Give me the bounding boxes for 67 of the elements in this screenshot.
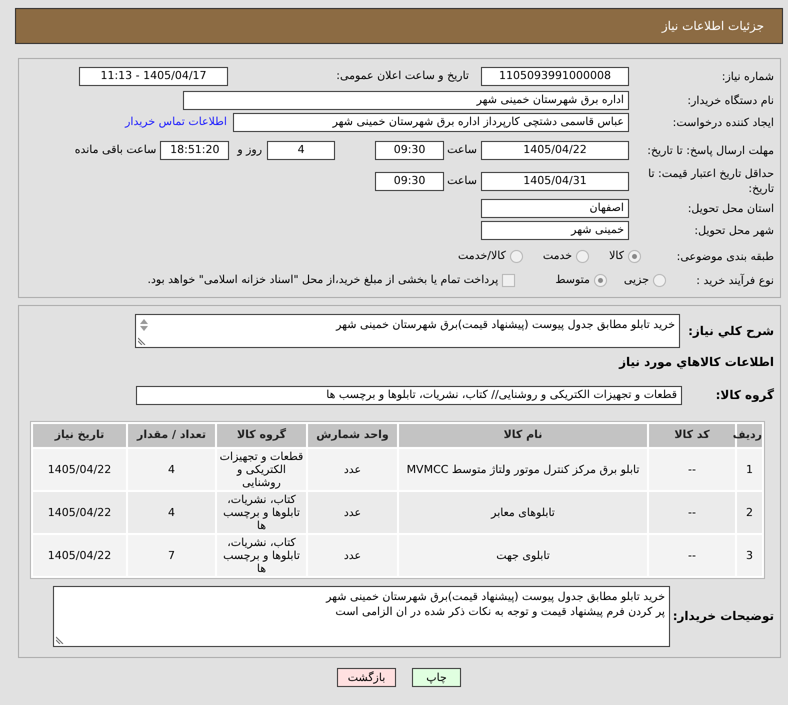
print-button[interactable]: چاپ — [412, 668, 461, 687]
city-field[interactable]: خمینی شهر — [481, 220, 629, 240]
column-header[interactable]: نام کالا — [399, 424, 647, 447]
table-cell: 1405/04/22 — [33, 535, 126, 576]
goods-group-field[interactable]: قطعات و تجهیزات الکتریکی و روشنایی// کتاب، نشریات، تابلوها و برچسب ها — [136, 386, 682, 405]
table-cell: 4 — [128, 449, 215, 490]
table-cell: عدد — [308, 535, 397, 576]
table-cell: تابلوی جهت — [399, 535, 647, 576]
table-cell: عدد — [308, 449, 397, 490]
column-header[interactable]: تاریخ نیاز — [33, 424, 126, 447]
table-cell: 1 — [737, 449, 762, 490]
table-cell: 3 — [737, 535, 762, 576]
table-cell: 4 — [128, 492, 215, 533]
table-cell: -- — [649, 492, 735, 533]
category-label: طبقه بندی موضوعی: — [676, 248, 774, 264]
days-label: روز و — [237, 142, 262, 158]
buyer-notes-field[interactable]: خرید تابلو مطابق جدول پیوست (پیشنهاد قیمت)برق شهرستان خمینی شهر پر کردن فرم پیشنهاد قیمت و توجه به نکات ذکر شده در ان الزامی است — [53, 586, 670, 647]
announcement-field[interactable]: 1405/04/17 - 11:13 — [79, 66, 228, 86]
time-label: ساعت — [447, 142, 477, 158]
table-cell: 1405/04/22 — [33, 449, 126, 490]
table-cell: -- — [649, 449, 735, 490]
scroll-arrows-icon[interactable] — [139, 317, 149, 333]
deadline-time-field[interactable]: 09:30 — [375, 140, 444, 160]
need-number-field[interactable]: 1105093991000008 — [481, 66, 629, 86]
goods-heading: اطلاعات کالاهاي مورد نياز — [619, 355, 774, 370]
announcement-label: تاریخ و ساعت اعلان عمومی: — [336, 68, 469, 84]
table-cell: تابلو برق مرکز کنترل موتور ولتاژ متوسط MVMCC — [399, 449, 647, 490]
page-title: جزئیات اطلاعات نیاز — [662, 18, 764, 35]
price-validity-label: حداقل تاریخ اعتبار قیمت: تا تاریخ: — [647, 166, 774, 196]
need-number-label: شماره نیاز: — [722, 68, 774, 84]
resize-grip-icon[interactable] — [138, 337, 146, 345]
table-cell: -- — [649, 535, 735, 576]
buyer-contact-link[interactable]: اطلاعات تماس خریدار — [125, 114, 227, 130]
deadline-date-field[interactable]: 1405/04/22 — [481, 140, 629, 160]
buyer-org-label: نام دستگاه خریدار: — [687, 92, 774, 108]
summary-label: شرح کلي نياز: — [688, 324, 774, 338]
requester-field[interactable]: عباس قاسمی دشتچی کارپرداز اداره برق شهرستان خمینی شهر — [233, 112, 629, 132]
province-label: استان محل تحویل: — [688, 200, 774, 216]
table-cell: 7 — [128, 535, 215, 576]
buyer-org-field[interactable]: اداره برق شهرستان خمینی شهر — [183, 90, 629, 110]
days-field[interactable]: 4 — [267, 140, 336, 160]
validity-time-field[interactable]: 09:30 — [375, 172, 444, 190]
resize-grip-icon[interactable] — [56, 636, 64, 644]
requester-label: ایجاد کننده درخواست: — [672, 114, 774, 130]
table-cell: عدد — [308, 492, 397, 533]
validity-date-field[interactable]: 1405/04/31 — [481, 172, 629, 190]
time-label: ساعت — [447, 172, 477, 189]
buyer-notes-label: توضیحات خریدار: — [672, 609, 774, 624]
remaining-label: ساعت باقی مانده — [74, 142, 156, 158]
summary-field[interactable]: خرید تابلو مطابق جدول پیوست (پیشنهاد قیمت)برق شهرستان خمینی شهر — [135, 314, 680, 348]
purchase-process-label: نوع فرآیند خرید : — [696, 272, 774, 288]
back-button[interactable]: بازگشت — [337, 668, 396, 687]
table-cell: 2 — [737, 492, 762, 533]
column-header[interactable]: تعداد / مقدار — [128, 424, 215, 447]
goods-group-label: گروه کالا: — [716, 388, 774, 403]
table-cell: کتاب، نشریات، تابلوها و برچسب ها — [217, 492, 306, 533]
table-cell: 1405/04/22 — [33, 492, 126, 533]
city-label: شهر محل تحویل: — [694, 222, 774, 238]
response-deadline-label: مهلت ارسال پاسخ: تا تاریخ: — [647, 142, 774, 158]
table-cell: قطعات و تجهیزات الکتریکی و روشنایی — [217, 449, 306, 490]
column-header[interactable]: کد کالا — [649, 424, 735, 447]
province-field[interactable]: اصفهان — [481, 198, 629, 218]
column-header[interactable]: واحد شمارش — [308, 424, 397, 447]
remaining-time-field[interactable]: 18:51:20 — [160, 140, 230, 160]
table-cell: تابلوهای معابر — [399, 492, 647, 533]
table-cell: کتاب، نشریات، تابلوها و برچسب ها — [217, 535, 306, 576]
column-header[interactable]: گروه کالا — [217, 424, 306, 447]
